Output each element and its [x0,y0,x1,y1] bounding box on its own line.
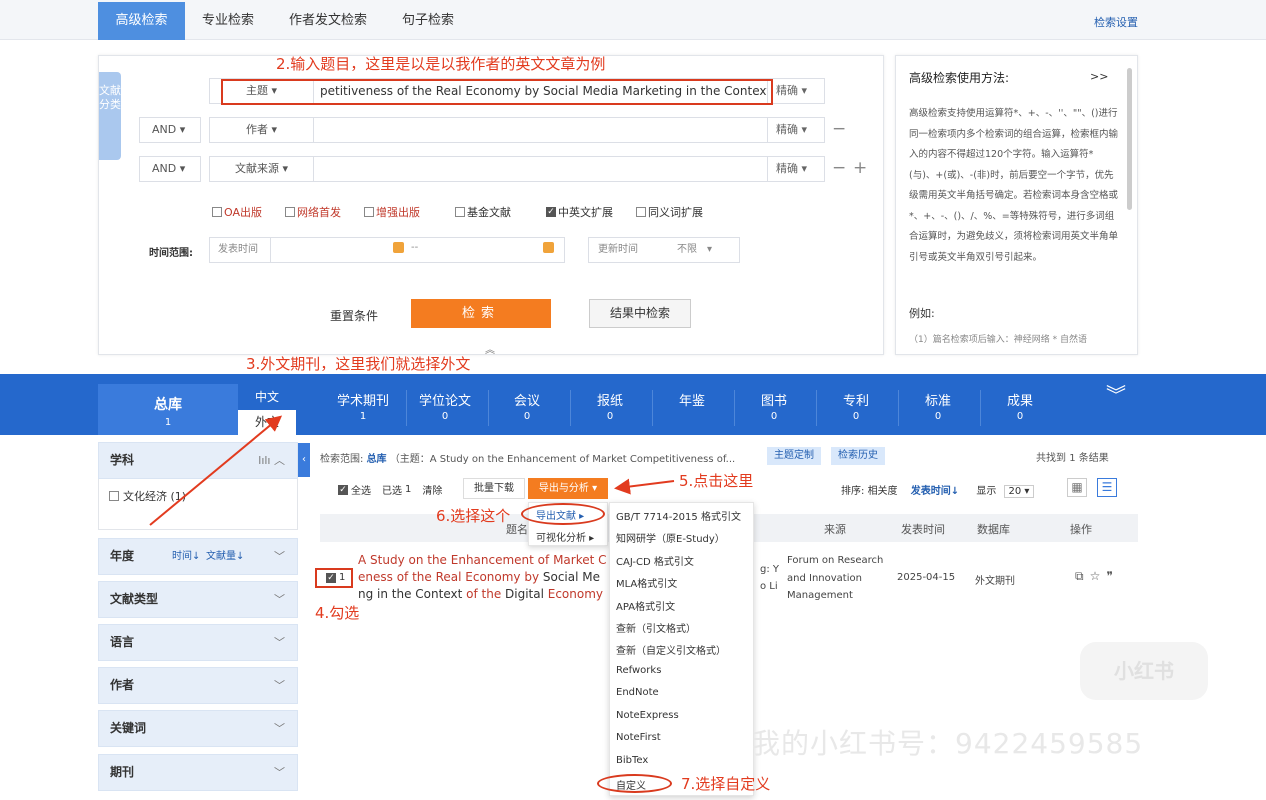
arrow-to-foreign-tab [149,415,283,526]
arrow-to-export-button [614,478,675,495]
annotation-arrows [149,415,675,526]
